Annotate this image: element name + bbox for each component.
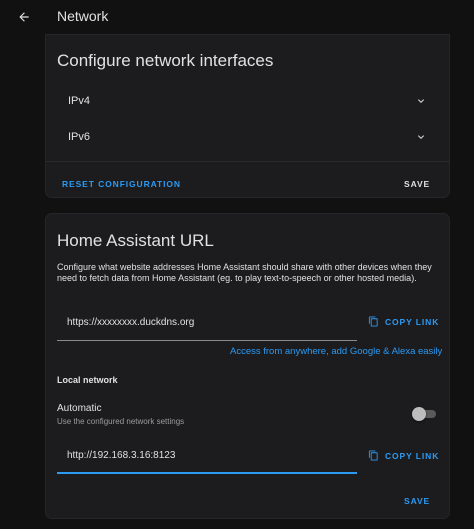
local-url-input[interactable]: http://192.168.3.16:8123: [67, 450, 175, 461]
network-interfaces-card: Configure network interfaces IPv4 IPv6 R…: [45, 34, 450, 198]
copy-external-link-button[interactable]: COPY LINK: [368, 316, 439, 327]
expander-label: IPv6: [68, 131, 91, 143]
card-title: Home Assistant URL: [57, 231, 214, 250]
chevron-down-icon: [415, 95, 427, 107]
copy-icon: [368, 316, 378, 327]
external-url-input[interactable]: https://xxxxxxxx.duckdns.org: [67, 317, 194, 328]
page-title: Network: [57, 8, 109, 24]
save-button[interactable]: SAVE: [404, 179, 430, 189]
local-network-heading: Local network: [57, 375, 118, 385]
ipv4-expander[interactable]: IPv4: [57, 86, 437, 116]
save-button[interactable]: SAVE: [404, 496, 430, 506]
back-button[interactable]: [10, 5, 38, 29]
reset-configuration-button[interactable]: RESET CONFIGURATION: [62, 179, 181, 189]
copy-icon: [368, 450, 378, 461]
card-title: Configure network interfaces: [57, 51, 274, 70]
arrow-left-icon: [19, 12, 29, 22]
top-app-bar: Network: [0, 0, 474, 34]
automatic-label: Automatic: [57, 403, 102, 414]
ipv6-expander[interactable]: IPv6: [57, 122, 437, 152]
toggle-thumb: [412, 407, 426, 421]
card-divider: [46, 161, 449, 162]
automatic-description: Use the configured network settings: [57, 417, 185, 426]
copy-local-link-button[interactable]: COPY LINK: [368, 450, 439, 461]
home-assistant-url-card: Home Assistant URL Configure what websit…: [45, 213, 450, 519]
input-underline: [57, 340, 357, 341]
remote-access-link[interactable]: Access from anywhere, add Google & Alexa…: [230, 346, 442, 357]
copy-link-label: COPY LINK: [385, 316, 440, 327]
expander-label: IPv4: [68, 95, 91, 107]
automatic-toggle[interactable]: [412, 407, 438, 421]
input-underline-focused: [57, 472, 357, 474]
chevron-down-icon: [415, 131, 427, 143]
copy-link-label: COPY LINK: [385, 450, 440, 461]
card-description: Configure what website addresses Home As…: [57, 262, 432, 284]
